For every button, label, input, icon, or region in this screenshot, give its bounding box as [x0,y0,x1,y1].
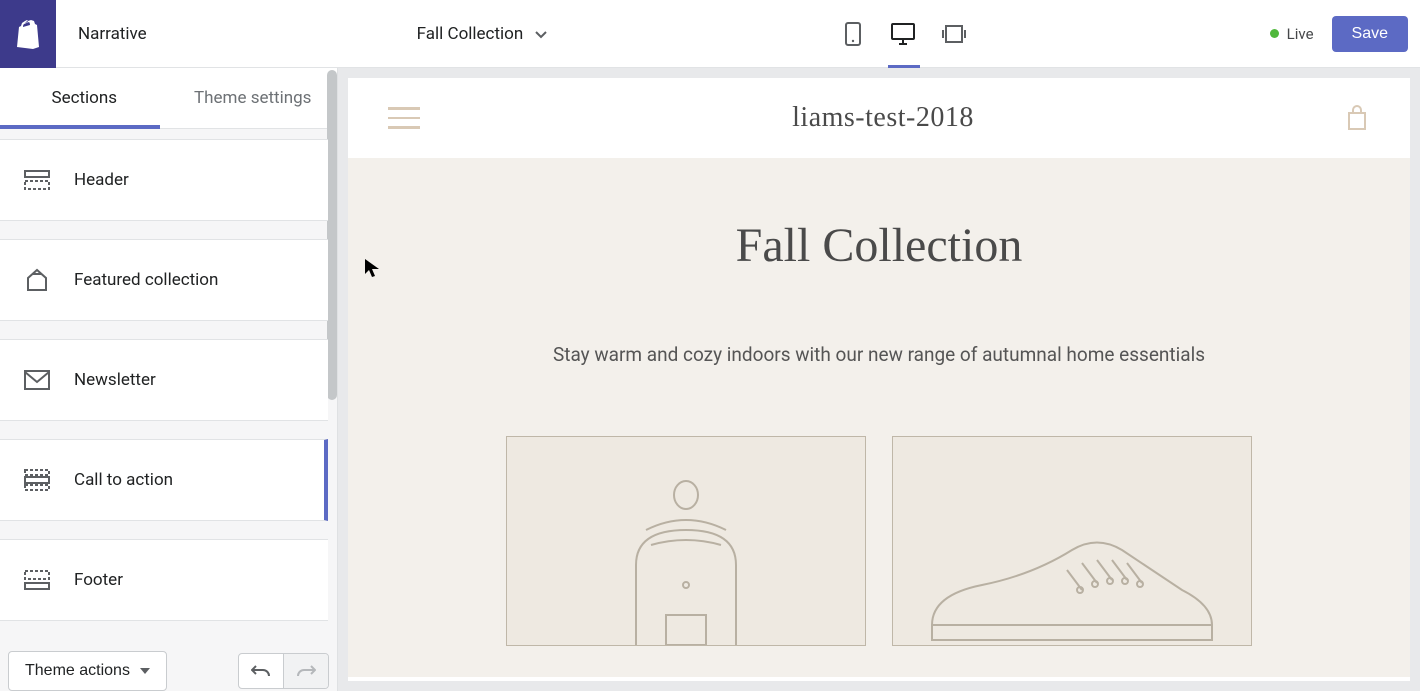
status-save-group: Live Save [1270,16,1420,52]
backpack-placeholder-icon [596,475,776,645]
store-body: Fall Collection Stay warm and cozy indoo… [348,158,1410,677]
live-status: Live [1270,25,1314,43]
fullwidth-icon [941,25,967,43]
shopify-logo-icon [15,19,41,49]
section-item-call-to-action[interactable]: Call to action [0,439,328,521]
redo-button[interactable] [283,654,328,688]
desktop-icon [891,23,917,45]
header-section-icon [24,167,50,193]
theme-name: Narrative [56,24,169,44]
cart-icon[interactable] [1346,105,1370,131]
section-item-footer[interactable]: Footer [0,539,328,621]
sidebar-footer: Theme actions [0,641,337,691]
featured-collection-section-icon [24,267,50,293]
theme-actions-button[interactable]: Theme actions [8,651,167,691]
product-grid [388,436,1370,646]
sidebar: Sections Theme settings Header Featured … [0,68,338,691]
chevron-down-icon [533,26,549,42]
section-label: Footer [74,570,123,590]
store-title: liams-test-2018 [792,102,974,134]
section-item-header[interactable]: Header [0,139,328,221]
fullwidth-view-button[interactable] [938,18,970,50]
caret-down-icon [140,668,150,674]
device-toggles [838,18,970,50]
page-selector[interactable]: Fall Collection [395,24,572,44]
section-label: Call to action [74,470,173,490]
section-label: Newsletter [74,370,156,390]
sidebar-tabs: Sections Theme settings [0,68,337,129]
shoe-placeholder-icon [922,535,1222,645]
footer-section-icon [24,567,50,593]
theme-actions-label: Theme actions [25,662,130,680]
mouse-cursor-icon [365,259,379,277]
save-button[interactable]: Save [1332,16,1408,52]
sections-list: Header Featured collection Newsletter Ca… [0,129,337,641]
page-selector-label: Fall Collection [417,24,524,44]
live-label: Live [1287,25,1314,43]
section-label: Featured collection [74,270,218,290]
product-card-1[interactable] [506,436,866,646]
collection-description: Stay warm and cozy indoors with our new … [388,343,1370,366]
undo-button[interactable] [239,654,283,688]
redo-icon [296,662,316,680]
preview-area: liams-test-2018 Fall Collection Stay war… [338,68,1420,691]
mobile-view-button[interactable] [838,18,870,50]
product-card-2[interactable] [892,436,1252,646]
cta-section-icon [24,467,50,493]
scrollbar-thumb[interactable] [327,129,337,400]
tab-theme-settings[interactable]: Theme settings [169,68,338,128]
undo-redo-group [238,653,329,689]
desktop-view-button[interactable] [888,18,920,50]
top-header: Narrative Fall Collection Live Save [0,0,1420,68]
preview-canvas: liams-test-2018 Fall Collection Stay war… [348,78,1410,681]
mobile-icon [845,22,863,46]
store-header: liams-test-2018 [348,78,1410,158]
undo-icon [251,662,271,680]
section-label: Header [74,170,129,190]
newsletter-section-icon [24,367,50,393]
section-item-newsletter[interactable]: Newsletter [0,339,328,421]
collection-title: Fall Collection [388,218,1370,273]
section-item-featured-collection[interactable]: Featured collection [0,239,328,321]
hamburger-menu-icon[interactable] [388,107,420,129]
live-dot-icon [1270,29,1279,38]
tab-sections[interactable]: Sections [0,68,169,128]
shopify-logo[interactable] [0,0,56,68]
